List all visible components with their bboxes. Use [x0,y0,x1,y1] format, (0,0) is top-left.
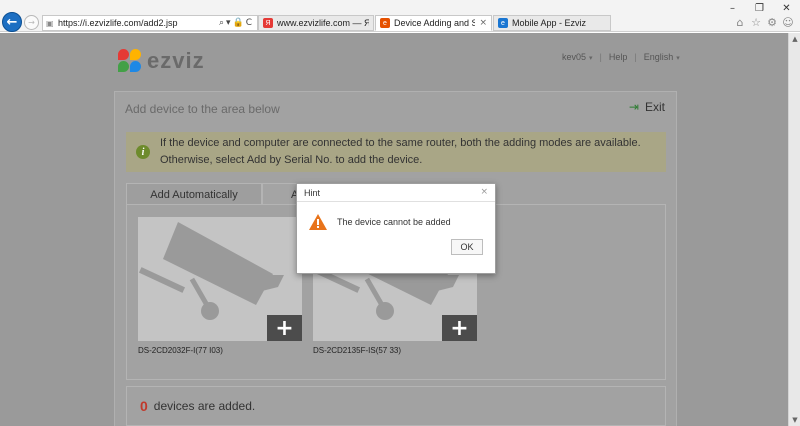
back-button[interactable]: ← [2,12,22,32]
forward-button[interactable]: → [24,15,39,30]
hint-dialog: Hint × The device cannot be added OK [296,183,496,274]
help-link[interactable]: Help [609,52,628,62]
divider: | [634,52,637,62]
device-name: DS-2CD2032F-I(77 I03) [138,346,223,355]
tab-mobile-app[interactable]: e Mobile App - Ezviz [493,15,611,31]
minimize-button[interactable]: – [719,0,746,16]
vertical-scrollbar[interactable]: ▲ ▼ [788,33,800,426]
browser-tools: ⌂ ☆ ⚙ ☺ [734,16,794,29]
dialog-title: Hint [304,187,321,198]
added-count: 0 [140,398,148,414]
tab-device-adding[interactable]: e Device Adding and Settings × [375,15,492,31]
tab-label: Device Adding and Settings [394,18,475,28]
ezviz-icon: e [498,18,508,28]
ezviz-icon: e [380,18,390,28]
divider: | [599,52,602,62]
page-favicon-icon: ▣ [46,18,54,28]
exit-label: Exit [644,100,665,114]
ezviz-logo-icon [116,47,144,75]
tab-yandex[interactable]: Я www.ezvizlife.com — Яндекс... [258,15,374,31]
notice-text: If the device and computer are connected… [160,137,641,166]
close-tab-icon[interactable]: × [479,18,487,28]
close-icon[interactable]: × [480,187,488,197]
dialog-body: The device cannot be added [297,202,495,230]
dialog-message: The device cannot be added [337,217,451,227]
chevron-down-icon: ▾ [676,54,680,62]
tab-add-automatically[interactable]: Add Automatically [126,183,262,205]
scroll-up-icon[interactable]: ▲ [789,33,800,45]
browser-chrome: – ❐ ✕ ← → ▣ https://i.ezvizlife.com/add2… [0,0,800,32]
close-window-button[interactable]: ✕ [773,0,800,16]
address-url[interactable]: https://i.ezvizlife.com/add2.jsp [58,18,219,28]
smiley-feedback-icon[interactable]: ☺ [782,16,794,29]
device-name: DS-2CD2135F-IS(57 33) [313,346,402,355]
language-menu[interactable]: English ▾ [644,52,680,62]
logo-text: ezviz [147,48,205,73]
page-title: Add device to the area below [125,102,280,116]
forward-arrow-icon: → [28,18,35,27]
exit-button[interactable]: ⇥ Exit [629,100,665,114]
info-notice: i If the device and computer are connect… [126,132,666,172]
restore-button[interactable]: ❐ [746,0,773,16]
chevron-down-icon: ▾ [589,54,593,62]
user-menu[interactable]: kev05 ▾ [562,52,593,62]
settings-gear-icon[interactable]: ⚙ [766,16,778,29]
device-card[interactable]: + [138,217,302,341]
tab-label: www.ezvizlife.com — Яндекс... [277,18,369,28]
added-text: devices are added. [153,399,256,413]
dialog-header: Hint × [297,184,495,202]
warning-icon [309,214,327,230]
top-nav: kev05 ▾ | Help | English ▾ [562,52,680,62]
address-controls[interactable]: ⌕▾🔒C [219,18,257,28]
window-controls: – ❐ ✕ [719,0,800,16]
ezviz-logo[interactable]: ezviz [116,47,205,75]
add-device-button[interactable]: + [267,315,302,341]
favorites-star-icon[interactable]: ☆ [750,16,762,29]
username: kev05 [562,52,587,62]
added-devices-counter: 0 devices are added. [126,386,666,426]
exit-icon: ⇥ [628,100,639,114]
tab-label: Mobile App - Ezviz [512,18,587,28]
add-device-button[interactable]: + [442,315,477,341]
home-icon[interactable]: ⌂ [734,16,746,29]
yandex-icon: Я [263,18,273,28]
info-icon: i [136,145,150,159]
address-bar[interactable]: ▣ https://i.ezvizlife.com/add2.jsp ⌕▾🔒C [42,15,258,31]
back-arrow-icon: ← [6,14,18,30]
scroll-down-icon[interactable]: ▼ [789,414,800,426]
language-label: English [643,52,674,62]
ok-button[interactable]: OK [451,239,483,255]
